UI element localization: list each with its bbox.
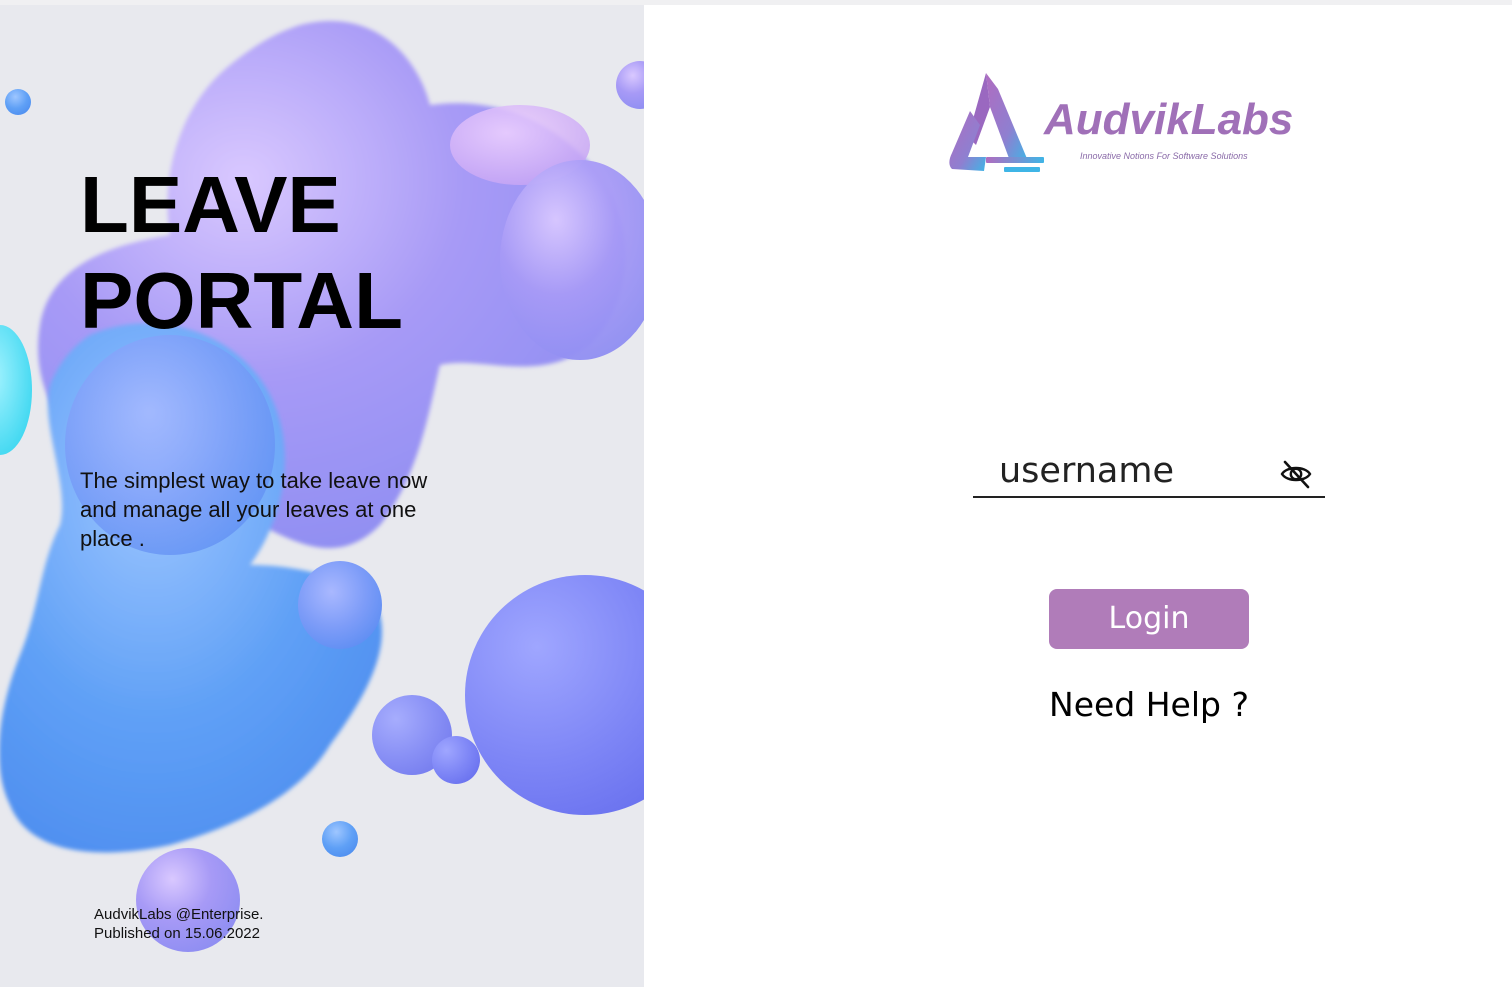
- footer-note: AudvikLabs @Enterprise. Published on 15.…: [94, 905, 263, 943]
- brand-logo: AudvikLabs Innovative Notions For Softwa…: [946, 67, 1293, 177]
- hero-title: LEAVE PORTAL: [80, 157, 403, 349]
- hero-tagline: The simplest way to take leave now and m…: [80, 468, 428, 551]
- eye-slash-icon[interactable]: [1279, 457, 1313, 491]
- need-help-link[interactable]: Need Help ?: [1004, 683, 1294, 727]
- hero-panel: LEAVE PORTAL The simplest way to take le…: [0, 5, 644, 987]
- login-button[interactable]: Login: [1049, 589, 1249, 649]
- footer-copyright: AudvikLabs @Enterprise.: [94, 906, 264, 923]
- login-panel: AudvikLabs Innovative Notions For Softwa…: [644, 5, 1512, 987]
- footer-published-date: Published on 15.06.2022: [94, 925, 260, 942]
- brand-logo-mark-icon: [949, 73, 1044, 172]
- username-field: [973, 449, 1325, 498]
- hero-title-line1: LEAVE: [80, 160, 341, 249]
- username-input[interactable]: [973, 449, 1289, 493]
- hero-title-line2: PORTAL: [80, 256, 403, 345]
- brand-name: AudvikLabs: [1044, 95, 1294, 144]
- login-page: LEAVE PORTAL The simplest way to take le…: [0, 0, 1512, 987]
- brand-tagline: Innovative Notions For Software Solution…: [1080, 151, 1248, 161]
